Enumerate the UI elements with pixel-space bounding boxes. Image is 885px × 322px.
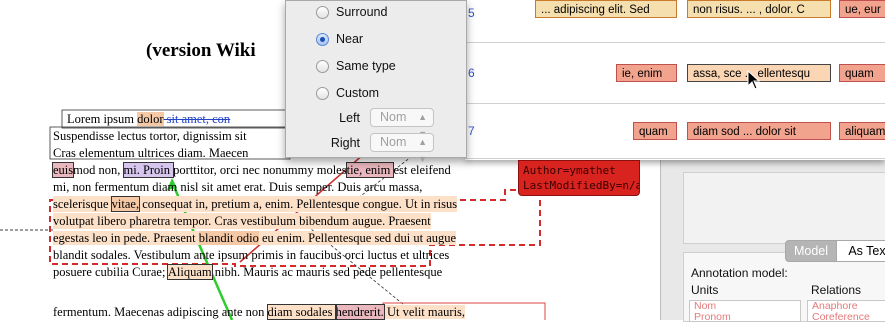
- text-span: Suspendisse lectus tortor, dignissim sit: [53, 129, 247, 143]
- unit-aliquam[interactable]: Aliquam: [166, 264, 213, 280]
- radio-same-type[interactable]: Same type: [316, 57, 396, 75]
- table-cell[interactable]: ... adipiscing elit. Sed: [535, 0, 677, 18]
- relations-list[interactable]: Anaphore Coreference: [807, 300, 885, 322]
- radio-label: Surround: [336, 5, 388, 19]
- table-cell[interactable]: quam: [633, 122, 677, 140]
- unit-diam-sodales[interactable]: diam sodales: [266, 304, 337, 320]
- text-span: consequat in, pretium a, enim. Pellentes…: [139, 197, 458, 211]
- unit-hendrerit[interactable]: hendrerit.: [334, 304, 385, 320]
- units-list[interactable]: Nom Pronom: [689, 300, 801, 322]
- text-span: Lorem ipsum: [67, 112, 138, 126]
- radio-icon[interactable]: [316, 59, 329, 73]
- text-span: scelerisque: [53, 197, 112, 211]
- context-options-popup[interactable]: Surround Near Same type Custom Left Nom …: [285, 0, 467, 164]
- tab-as-text[interactable]: As Tex: [836, 240, 885, 262]
- radio-near[interactable]: Near: [316, 30, 363, 48]
- text-span: porttitor, orci nec nonummy moles: [173, 163, 347, 177]
- radio-icon[interactable]: [316, 86, 329, 100]
- row-separator: [465, 42, 885, 43]
- doc-line-7: volutpat libero pharetra tempor. Cras ve…: [53, 213, 431, 229]
- unit-mi-proin[interactable]: mi. Proin: [122, 162, 175, 178]
- radio-label: Custom: [336, 86, 380, 100]
- radio-label: Same type: [336, 59, 396, 73]
- table-cell[interactable]: non risus. ... , dolor. C: [687, 0, 831, 18]
- right-select[interactable]: Nom ▲ ▼: [370, 133, 434, 164]
- unit-tie-enim[interactable]: tie, enim: [345, 162, 395, 178]
- doc-line-11: fermentum. Maecenas adipiscing ante non …: [53, 304, 466, 320]
- right-label: Right: [330, 136, 360, 150]
- doc-line-3: Cras elementum ultrices diam. Maecen: [53, 145, 248, 161]
- radio-custom[interactable]: Custom: [316, 84, 379, 102]
- right-select-value: Nom: [380, 135, 407, 149]
- table-cell[interactable]: quam: [839, 64, 885, 82]
- table-cell[interactable]: diam sod ... dolor sit: [687, 122, 831, 140]
- doc-line-2: Suspendisse lectus tortor, dignissim sit: [53, 128, 247, 144]
- left-select[interactable]: Nom ▲▼: [370, 108, 434, 139]
- text-span: blandit sodales. Vestibulum ante ipsum p…: [53, 248, 450, 262]
- unit-blandit-odio[interactable]: blandit odio: [198, 231, 259, 245]
- unit-dolor[interactable]: dolor: [137, 112, 164, 126]
- units-label: Units: [691, 283, 719, 297]
- table-cell[interactable]: aliquam: [839, 122, 885, 140]
- results-table[interactable]: 5 ... adipiscing elit. Sed non risus. ..…: [465, 0, 885, 160]
- row-number: 7: [468, 124, 475, 138]
- table-cell[interactable]: ie, enim: [616, 64, 677, 82]
- text-span: posuere cubilia Curae;: [53, 265, 168, 279]
- unit-euis[interactable]: euis: [51, 162, 75, 178]
- tooltip-author: Author=ymathet: [523, 164, 616, 177]
- list-item[interactable]: Pronom: [690, 312, 800, 322]
- left-select-value: Nom: [380, 110, 407, 124]
- relations-label: Relations: [811, 283, 862, 297]
- doc-line-1: Lorem ipsum dolor sit amet, con: [67, 111, 230, 127]
- properties-area: [683, 172, 885, 244]
- tooltip-modified-by: LastModifiedBy=n/a: [523, 179, 640, 192]
- text-span: fermentum. Maecenas adipiscing ante non: [53, 305, 268, 319]
- text-span: Cras elementum ultrices diam. Maecen: [53, 146, 249, 160]
- doc-line-10: posuere cubilia Curae; Aliquam nibh. Mau…: [53, 264, 442, 280]
- text-span: egestas leo in pede. Praesent: [53, 231, 199, 245]
- tab-model[interactable]: Model: [785, 240, 837, 262]
- doc-line-9: blandit sodales. Vestibulum ante ipsum p…: [53, 247, 449, 263]
- row-number: 6: [468, 66, 475, 80]
- strike-span: sit amet, con: [163, 112, 231, 126]
- row-separator: [465, 103, 885, 104]
- left-label: Left: [339, 111, 360, 125]
- text-span: Ut velit mauris,: [383, 305, 466, 319]
- row-separator: [465, 158, 885, 159]
- doc-line-8: egestas leo in pede. Praesent blandit od…: [53, 230, 457, 246]
- unit-vitae[interactable]: vitae,: [110, 196, 141, 212]
- doc-line-6: scelerisque vitae, consequat in, pretium…: [53, 196, 458, 212]
- annotation-model-label: Annotation model:: [691, 266, 788, 280]
- text-span: volutpat libero pharetra tempor. Cras ve…: [53, 214, 431, 228]
- list-item[interactable]: Coreference: [808, 312, 885, 322]
- table-cell[interactable]: ue, eur: [839, 0, 885, 18]
- text-span: mod non,: [73, 163, 124, 177]
- updown-arrows-icon: ▲▼: [418, 137, 427, 164]
- radio-selected-icon[interactable]: [316, 32, 329, 46]
- text-span: mi, non fermentum diam nisl sit amet era…: [53, 180, 423, 194]
- doc-line-4: euismod non, mi. Proin porttitor, orci n…: [51, 162, 451, 178]
- annotation-tooltip: Author=ymathet LastModifiedBy=n/a: [518, 160, 640, 196]
- doc-line-5: mi, non fermentum diam nisl sit amet era…: [53, 179, 422, 195]
- mouse-cursor-icon: [747, 70, 761, 90]
- radio-icon[interactable]: [316, 5, 329, 19]
- text-span: nibh. Mauris ac mauris sed pede pellente…: [211, 265, 443, 279]
- radio-surround[interactable]: Surround: [316, 3, 387, 21]
- row-number: 5: [468, 6, 475, 20]
- radio-label: Near: [336, 32, 364, 46]
- text-span: eu enim. Pellentesque sed dui ut augue: [258, 231, 457, 245]
